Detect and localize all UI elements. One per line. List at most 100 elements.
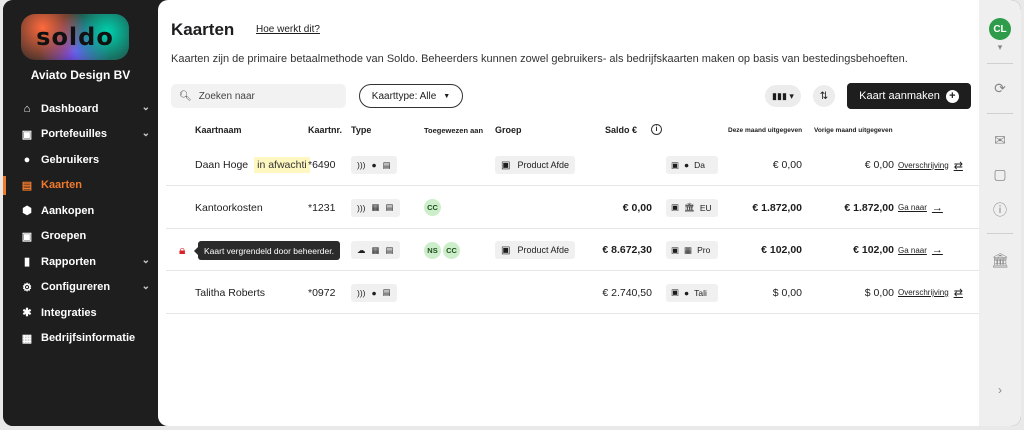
chevron-down-icon[interactable]: ⌄ [142, 128, 150, 139]
divider [987, 233, 1013, 234]
row-action-link[interactable]: Ga naar → [898, 202, 943, 214]
card-name: Daan Hoge in afwachti [195, 144, 310, 186]
spent-this-month: € 102,00 [761, 244, 802, 256]
contactless-icon: ))) [357, 160, 366, 170]
search-placeholder: Zoeken naar [198, 90, 255, 102]
sidebar-item-gebruikers[interactable]: ● Gebruikers [3, 147, 158, 173]
card-icon: ▤ [21, 179, 33, 192]
soldo-logo[interactable]: soldo [21, 14, 129, 60]
sidebar-item-rapporten[interactable]: ▮ Rapporten ⌄ [3, 249, 158, 275]
row-action-label: Ga naar [898, 245, 927, 255]
wallet-label: Pro [697, 245, 711, 255]
sidebar-item-label: Aankopen [41, 204, 95, 217]
user-icon: ● [684, 160, 690, 170]
col-header-number[interactable]: Kaartnr. [308, 125, 342, 135]
sidebar-item-dashboard[interactable]: ⌂ Dashboard ⌄ [3, 96, 158, 122]
chat-icon[interactable]: ▢ [979, 166, 1021, 183]
table-row[interactable]: 🔒︎ Kaart vergrendeld door beheerder. ☁ ▦ ▤ NS… [166, 229, 979, 271]
help-icon[interactable]: ⓘ [979, 200, 1021, 220]
sidebar-item-kaarten[interactable]: ▤ Kaarten [3, 173, 158, 199]
user-icon: ● [371, 160, 377, 170]
plus-icon: + [945, 89, 959, 103]
col-header-group[interactable]: Groep [495, 125, 522, 135]
row-action-link[interactable]: Ga naar → [898, 244, 943, 256]
home-icon: ⌂ [23, 102, 31, 115]
divider [987, 113, 1013, 114]
company-name: Aviato Design BV [30, 68, 131, 82]
sidebar-item-label: Configureren [41, 281, 111, 294]
table-row[interactable]: Daan Hoge in afwachti *6490))) ● ▤ ▣ Product A… [166, 144, 979, 186]
sort-button[interactable]: ⇅ [813, 85, 835, 107]
sidebar-item-bedrijfsinformatie[interactable]: ▦ Bedrijfsinformatie [3, 326, 158, 352]
sidebar-item-groepen[interactable]: ▣ Groepen [3, 224, 158, 250]
department-icon: ▦ [684, 244, 693, 255]
arrow-right-icon: → [931, 201, 943, 214]
columns-button[interactable]: ▮▮▮ ▾ [765, 85, 801, 107]
wallet-chip[interactable]: ▣ ▦ Pro [666, 241, 718, 259]
swap-icon: ⇄ [953, 287, 963, 299]
refresh-icon[interactable]: ⟳ [979, 80, 1021, 97]
user-icon: ● [684, 287, 690, 298]
group-chip[interactable]: ▣ Product Afde [495, 156, 575, 174]
col-header-this-month[interactable]: Deze maand uitgegeven [728, 127, 802, 134]
sidebar-item-label: Gebruikers [41, 153, 100, 166]
row-action-label: Overschrijving [898, 160, 949, 170]
group-chip[interactable]: ▣ Product Afde [495, 241, 575, 259]
wallet-chip[interactable]: ▣ ● Da [666, 156, 718, 174]
card-type-chip: ))) ▦ ▤ [351, 198, 400, 217]
table-row[interactable]: Talitha Roberts *0972))) ● ▤ € 2.740,50 ▣ ● Tal… [166, 272, 979, 314]
group-icon: ▣ [21, 230, 33, 243]
help-link[interactable]: Hoe werkt dit? [256, 24, 320, 35]
main-content: Kaarten Hoe werkt dit? Kaarten zijn de p… [158, 0, 979, 426]
sidebar-item-portefeuilles[interactable]: ▣ Portefeuilles ⌄ [3, 122, 158, 148]
table-row[interactable]: Kantoorkosten *1231))) ▦ ▤ CC € 0,00 ▣ 🏛︎ EU € 1.… [166, 187, 979, 229]
create-card-button[interactable]: Kaart aanmaken + [847, 83, 971, 109]
avatar[interactable]: CL [989, 18, 1011, 40]
col-header-name[interactable]: Kaartnaam [195, 125, 242, 135]
wallet-icon: ▣ [671, 287, 680, 297]
tooltip: Kaart vergrendeld door beheerder. [194, 241, 340, 260]
sidebar-item-integraties[interactable]: ✱ Integraties [3, 300, 158, 326]
assignee-avatar[interactable]: CC [443, 241, 460, 259]
card-type-chip: ☁ ▦ ▤ [351, 241, 400, 259]
chevron-down-icon[interactable]: ⌄ [142, 281, 150, 292]
search-input[interactable]: 🔍︎ Zoeken naar [171, 84, 346, 108]
chevron-down-icon[interactable]: ⌄ [142, 255, 150, 266]
page-subtitle: Kaarten zijn de primaire betaalmethode v… [171, 53, 908, 65]
col-header-balance[interactable]: Saldo € [605, 125, 637, 135]
sidebar-item-aankopen[interactable]: ⬢ Aankopen [3, 198, 158, 224]
chevron-down-icon[interactable]: ▾ [979, 42, 1021, 53]
wallet-chip[interactable]: ▣ ● Tali [666, 283, 718, 302]
arrow-right-icon: → [931, 244, 943, 256]
building-icon: ▦ [21, 332, 33, 345]
sidebar-item-label: Portefeuilles [41, 128, 108, 141]
col-header-assigned[interactable]: Toegewezen aan [424, 126, 483, 135]
wallet-label: EU [699, 202, 712, 213]
spent-last-month: € 102,00 [853, 244, 894, 256]
puzzle-icon: ✱ [22, 307, 32, 320]
wallet-chip[interactable]: ▣ 🏛︎ EU [666, 198, 718, 217]
spent-last-month: € 1.872,00 [844, 201, 894, 214]
row-action-link[interactable]: Overschrijving ⇄ [898, 159, 963, 172]
group-label: Product Afde [517, 245, 569, 255]
chevron-right-icon[interactable]: › [979, 383, 1021, 397]
mail-icon[interactable]: ✉︎ [979, 132, 1021, 149]
search-icon: 🔍︎ [179, 90, 192, 102]
info-icon[interactable]: i [651, 124, 662, 135]
sidebar-item-label: Dashboard [41, 102, 99, 115]
create-card-label: Kaart aanmaken [859, 90, 940, 102]
card-type-filter[interactable]: Kaarttype: Alle ▼ [359, 84, 463, 108]
balance: € 8.672,30 [602, 244, 652, 256]
card-number: *0972 [308, 286, 336, 299]
row-action-link[interactable]: Overschrijving ⇄ [898, 286, 963, 299]
col-header-last-month[interactable]: Vorige maand uitgegeven [814, 127, 893, 134]
cloud-icon: ☁ [357, 244, 366, 255]
bank-icon[interactable]: 🏛︎ [979, 252, 1021, 269]
sort-icon: ⇅ [819, 90, 829, 102]
col-header-type[interactable]: Type [351, 125, 371, 135]
assignee-avatar[interactable]: CC [424, 199, 441, 216]
sidebar-item-configureren[interactable]: ⚙ Configureren ⌄ [3, 275, 158, 301]
wallet-icon: ▣ [671, 244, 680, 255]
chevron-down-icon[interactable]: ⌄ [142, 102, 150, 113]
assignee-avatar[interactable]: NS [424, 241, 441, 259]
